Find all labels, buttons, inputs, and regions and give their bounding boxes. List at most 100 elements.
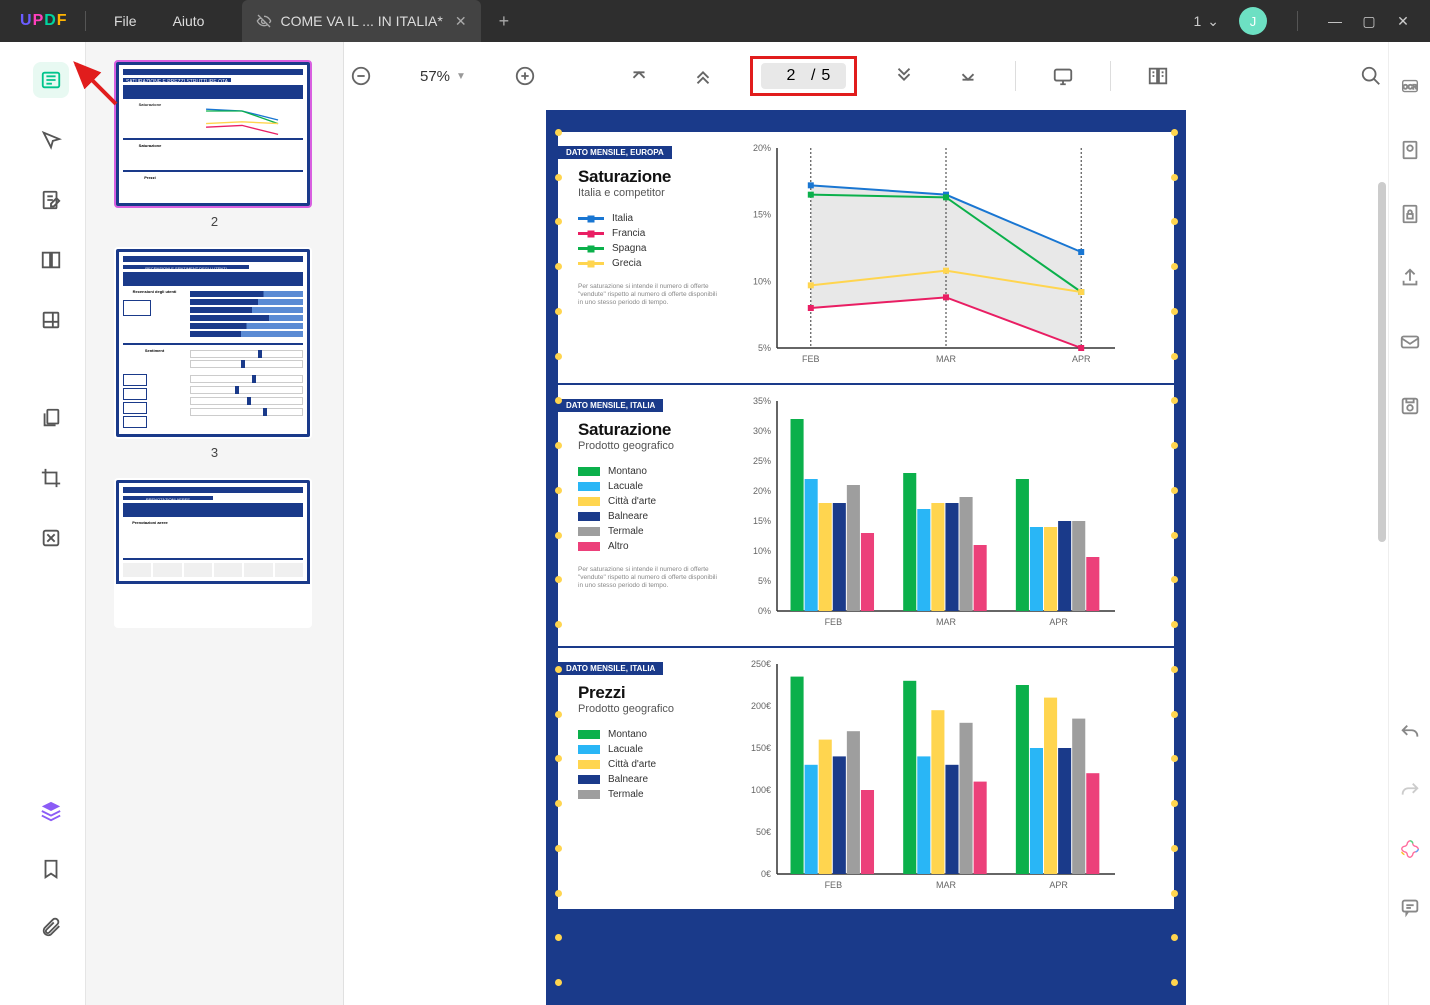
comment-button[interactable] <box>33 122 69 158</box>
menu-file[interactable]: File <box>96 13 155 29</box>
bar-chart: 0%5%10%15%20%25%30%35%FEBMARAPR <box>741 395 1144 640</box>
ai-button[interactable] <box>1392 831 1428 867</box>
section-note: Per saturazione si intende il numero di … <box>578 283 723 306</box>
document-view[interactable]: DATO MENSILE, EUROPA Saturazione Italia … <box>344 110 1388 1005</box>
logo: UPDF <box>0 12 75 30</box>
compare-button[interactable] <box>1141 59 1175 93</box>
search-button[interactable] <box>1354 59 1388 93</box>
section-note: Per saturazione si intende il numero di … <box>578 566 723 589</box>
svg-text:150€: 150€ <box>751 743 771 753</box>
tool-copy-button[interactable] <box>33 400 69 436</box>
share-button[interactable] <box>1392 260 1428 296</box>
svg-text:15%: 15% <box>753 516 771 526</box>
ocr-button[interactable]: OCR <box>1392 68 1428 104</box>
svg-text:100€: 100€ <box>751 785 771 795</box>
page-input[interactable] <box>777 67 805 85</box>
svg-text:APR: APR <box>1049 880 1068 890</box>
bookmark-button[interactable] <box>33 851 69 887</box>
page-indicator-highlight: / 5 <box>750 56 857 96</box>
svg-text:5%: 5% <box>758 343 771 353</box>
edit-button[interactable] <box>33 182 69 218</box>
top-toolbar: 57%▼ / 5 <box>344 42 1388 110</box>
svg-text:FEB: FEB <box>825 617 843 627</box>
zoom-out-button[interactable] <box>344 59 378 93</box>
svg-text:35%: 35% <box>753 396 771 406</box>
svg-text:MAR: MAR <box>936 617 957 627</box>
page-indicator[interactable]: / 5 <box>761 63 846 89</box>
prev-page-button[interactable] <box>686 59 720 93</box>
titlebar: UPDF File Aiuto COME VA IL ... IN ITALIA… <box>0 0 1430 42</box>
redact-button[interactable] <box>33 520 69 556</box>
tab-title: COME VA IL ... IN ITALIA* <box>280 13 442 29</box>
bar-chart: 0€ 50€ 100€ 150€ 200€ 250€ FEB MAR APR <box>741 658 1144 903</box>
chat-button[interactable] <box>1392 889 1428 925</box>
section-title: Prezzi <box>578 683 723 703</box>
svg-text:APR: APR <box>1049 617 1068 627</box>
next-page-button[interactable] <box>887 59 921 93</box>
section-saturazione-europa: DATO MENSILE, EUROPA Saturazione Italia … <box>558 132 1174 383</box>
section-badge: DATO MENSILE, ITALIA <box>558 662 663 675</box>
svg-text:50€: 50€ <box>756 827 771 837</box>
thumbnail-page-2[interactable]: SATURAZIONE E PREZZI STRUTTURE OTA Satur… <box>114 60 312 208</box>
svg-text:10%: 10% <box>753 276 771 286</box>
section-badge: DATO MENSILE, EUROPA <box>558 146 672 159</box>
svg-text:MAR: MAR <box>936 880 957 890</box>
protect-button[interactable] <box>1392 196 1428 232</box>
section-saturazione-italia: DATO MENSILE, ITALIA Saturazione Prodott… <box>558 385 1174 646</box>
attachment-button[interactable] <box>33 909 69 945</box>
svg-text:25%: 25% <box>753 456 771 466</box>
dropdown-icon[interactable]: ⌄ <box>1207 13 1219 30</box>
page-total: 5 <box>821 67 830 85</box>
svg-text:MAR: MAR <box>936 354 957 364</box>
svg-text:FEB: FEB <box>825 880 843 890</box>
first-page-button[interactable] <box>622 59 656 93</box>
legend: MontanoLacualeCittà d'arteBalneareTermal… <box>578 466 723 552</box>
redo-button[interactable] <box>1392 773 1428 809</box>
layers-button[interactable] <box>33 793 69 829</box>
section-subtitle: Italia e competitor <box>578 187 723 199</box>
maximize-icon[interactable]: ▢ <box>1362 13 1376 30</box>
svg-text:10%: 10% <box>753 546 771 556</box>
svg-text:FEB: FEB <box>802 354 820 364</box>
zoom-select[interactable]: 57%▼ <box>408 64 478 89</box>
svg-text:200€: 200€ <box>751 701 771 711</box>
section-title: Saturazione <box>578 420 723 440</box>
thumbnail-page-3[interactable]: RECENSIONI E SENTIMENT DEGLI UTENTI Rece… <box>114 247 312 439</box>
new-tab-button[interactable]: + <box>499 11 510 32</box>
tab-close-icon[interactable]: ✕ <box>455 13 467 30</box>
email-button[interactable] <box>1392 324 1428 360</box>
svg-text:20%: 20% <box>753 143 771 153</box>
save-button[interactable] <box>1392 388 1428 424</box>
thumbnail-page-4[interactable]: PRENOTAZIONI AEREE Prenotazioni aeree <box>114 478 312 628</box>
svg-text:20%: 20% <box>753 486 771 496</box>
svg-text:0€: 0€ <box>761 869 771 879</box>
organize-button[interactable] <box>33 242 69 278</box>
section-subtitle: Prodotto geografico <box>578 703 723 715</box>
right-toolbar: OCR <box>1388 42 1430 1005</box>
convert-button[interactable] <box>1392 132 1428 168</box>
svg-text:250€: 250€ <box>751 659 771 669</box>
eye-off-icon <box>256 13 272 29</box>
page-canvas: DATO MENSILE, EUROPA Saturazione Italia … <box>546 110 1186 1005</box>
svg-text:30%: 30% <box>753 426 771 436</box>
svg-text:15%: 15% <box>753 210 771 220</box>
form-button[interactable] <box>33 302 69 338</box>
left-toolbar <box>16 42 86 1005</box>
thumbnail-label: 2 <box>114 214 315 229</box>
reader-mode-button[interactable] <box>33 62 69 98</box>
undo-button[interactable] <box>1392 715 1428 751</box>
minimize-icon[interactable]: — <box>1328 13 1342 29</box>
section-title: Saturazione <box>578 167 723 187</box>
document-tab[interactable]: COME VA IL ... IN ITALIA* ✕ <box>242 0 480 42</box>
last-page-button[interactable] <box>951 59 985 93</box>
menu-help[interactable]: Aiuto <box>155 13 223 29</box>
legend: ItaliaFranciaSpagnaGrecia <box>578 213 723 269</box>
close-icon[interactable]: ✕ <box>1396 13 1410 30</box>
line-chart: 5%10%15%20%FEBMARAPR <box>741 142 1144 377</box>
crop-button[interactable] <box>33 460 69 496</box>
avatar[interactable]: J <box>1239 7 1267 35</box>
zoom-in-button[interactable] <box>508 59 542 93</box>
presentation-button[interactable] <box>1046 59 1080 93</box>
scrollbar[interactable] <box>1378 182 1386 542</box>
section-subtitle: Prodotto geografico <box>578 440 723 452</box>
